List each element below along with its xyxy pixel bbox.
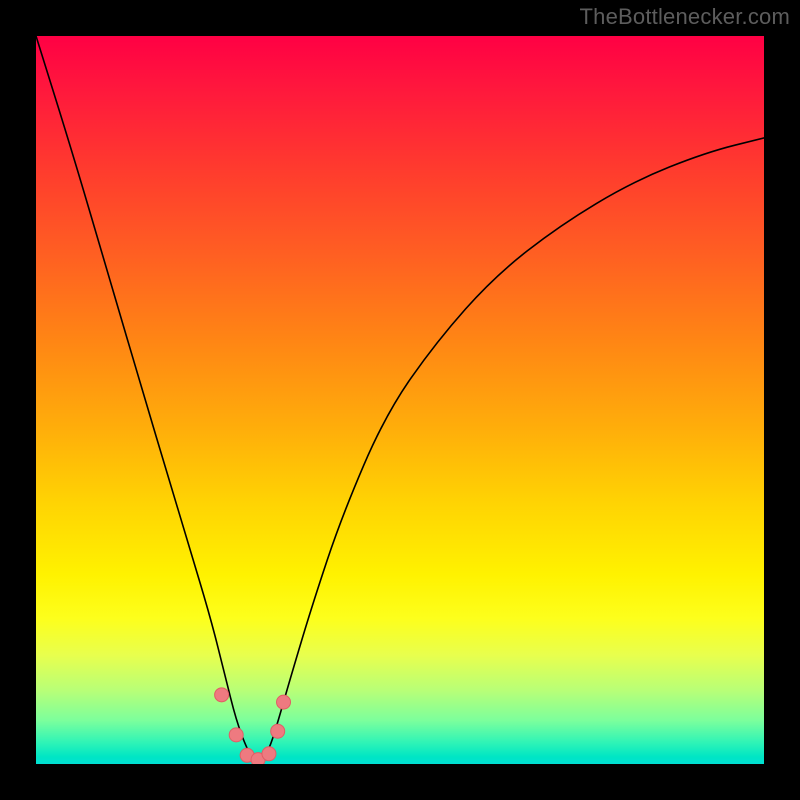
curve-marker: [215, 688, 229, 702]
curve-marker: [277, 695, 291, 709]
chart-frame: TheBottlenecker.com: [0, 0, 800, 800]
plot-area: [36, 36, 764, 764]
watermark-text: TheBottlenecker.com: [580, 4, 790, 30]
curve-markers: [215, 688, 291, 764]
bottleneck-curve: [36, 36, 764, 760]
curve-marker: [262, 747, 276, 761]
curve-marker: [229, 728, 243, 742]
curve-layer: [36, 36, 764, 764]
curve-marker: [271, 724, 285, 738]
